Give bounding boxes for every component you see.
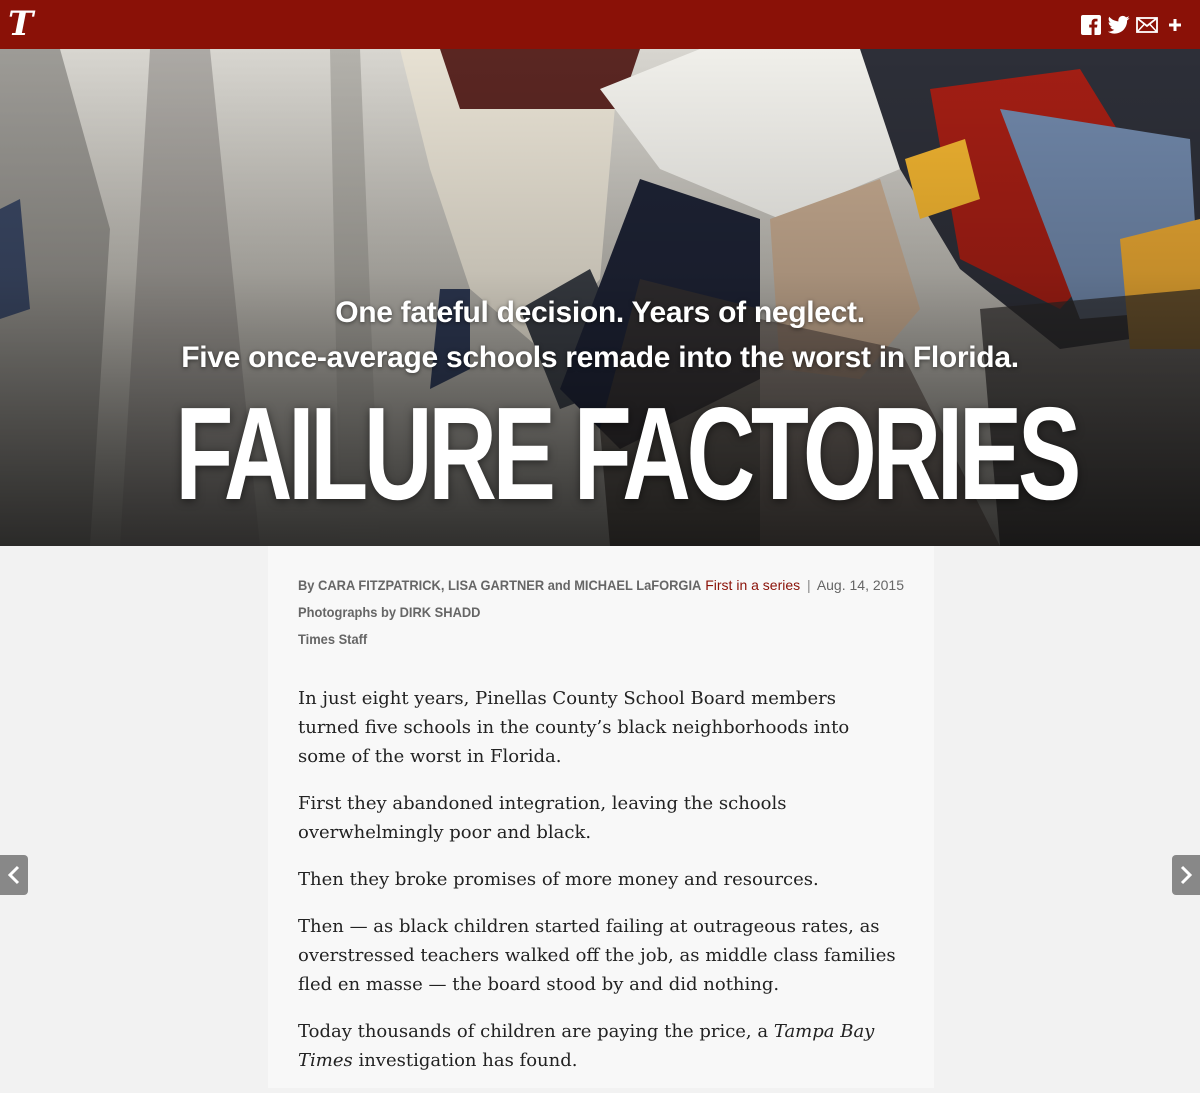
byline-staff: Times Staff: [298, 631, 368, 647]
paragraph: Today thousands of children are paying t…: [298, 1017, 898, 1075]
headline-text: FAILURE FACTORIES: [175, 380, 1081, 527]
article-column: By CARA FITZPATRICK, LISA GARTNER and MI…: [268, 546, 934, 1088]
top-bar: T: [0, 0, 1200, 49]
hero-dek-line-1: One fateful decision. Years of neglect.: [335, 296, 865, 329]
byline-authors: By CARA FITZPATRICK, LISA GARTNER and MI…: [298, 577, 702, 593]
series-link[interactable]: First in a series: [705, 577, 800, 593]
chevron-left-icon: [7, 865, 20, 885]
times-logo[interactable]: T: [8, 4, 33, 44]
facebook-icon[interactable]: [1080, 14, 1102, 36]
byline-photos: Photographs by DIRK SHADD: [298, 604, 481, 620]
article-body: In just eight years, Pinellas County Sch…: [298, 684, 898, 1093]
paragraph-text: Today thousands of children are paying t…: [298, 1021, 774, 1042]
paragraph: Then they broke promises of more money a…: [298, 869, 819, 890]
paragraph: In just eight years, Pinellas County Sch…: [298, 688, 850, 767]
paragraph: First they abandoned integration, leavin…: [298, 793, 787, 843]
paragraph-text: investigation has found.: [352, 1050, 578, 1071]
publish-date: Aug. 14, 2015: [816, 577, 904, 593]
chevron-right-icon: [1180, 865, 1193, 885]
next-story-button[interactable]: [1172, 855, 1200, 895]
hero-text: One fateful decision. Years of neglect. …: [0, 49, 1200, 546]
byline: By CARA FITZPATRICK, LISA GARTNER and MI…: [298, 572, 718, 653]
twitter-icon[interactable]: [1108, 14, 1130, 36]
headline: FAILURE FACTORIES: [0, 380, 1200, 546]
previous-story-button[interactable]: [0, 855, 28, 895]
social-share-bar: [1080, 13, 1186, 37]
paragraph: Then — as black children started failing…: [298, 916, 896, 995]
series-separator: |: [807, 577, 811, 593]
more-icon[interactable]: [1164, 14, 1186, 36]
hero-dek-line-2: Five once-average schools remade into th…: [181, 341, 1019, 374]
series-info: First in a series | Aug. 14, 2015: [705, 572, 904, 599]
hero-banner: One fateful decision. Years of neglect. …: [0, 49, 1200, 546]
email-icon[interactable]: [1136, 14, 1158, 36]
